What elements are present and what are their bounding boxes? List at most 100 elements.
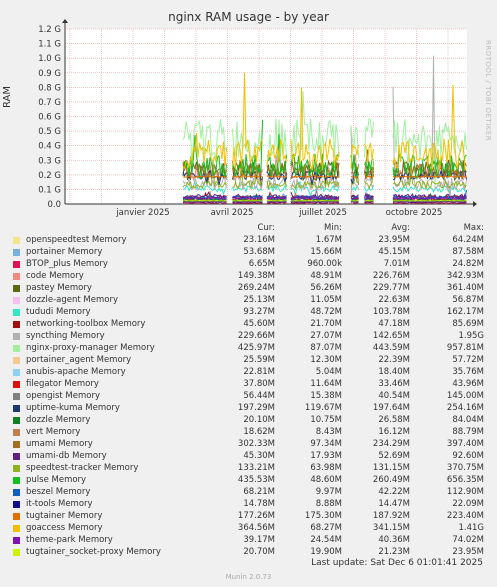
legend-avg: 18.40M	[378, 367, 410, 377]
legend-item: pastey Memory 269.24M 56.26M 229.77M 361.40M	[0, 283, 497, 295]
legend-avg: 42.22M	[378, 487, 410, 497]
legend-item: dozzle-agent Memory 25.13M 11.05M 22.63M 56.…	[0, 295, 497, 307]
legend-max: 74.02M	[452, 535, 484, 545]
legend-item: pulse Memory 435.53M 48.60M 260.49M 656.35M	[0, 475, 497, 487]
legend-swatch	[13, 261, 20, 268]
legend-swatch	[13, 429, 20, 436]
legend-max: 370.75M	[446, 463, 484, 473]
legend-swatch	[13, 513, 20, 520]
x-tick-label: octobre 2025	[386, 208, 443, 218]
legend-avg: 23.95M	[378, 235, 410, 245]
legend-name: openspeedtest Memory	[26, 235, 127, 245]
legend-swatch	[13, 333, 20, 340]
legend-max: 92.60M	[452, 451, 484, 461]
legend-item: code Memory 149.38M 48.91M 226.76M 342.93M	[0, 271, 497, 283]
y-tick-label: 0.1 G	[38, 185, 61, 195]
legend-max: 223.40M	[446, 511, 484, 521]
legend-name: goaccess Memory	[26, 523, 103, 533]
legend-avg: 14.47M	[378, 499, 410, 509]
legend-name: anubis-apache Memory	[26, 367, 126, 377]
legend-swatch	[13, 477, 20, 484]
legend-item: networking-toolbox Memory 45.60M 21.70M 47.…	[0, 319, 497, 331]
legend-avg: 197.64M	[372, 403, 410, 413]
legend-item: opengist Memory 56.44M 15.38M 40.54M 145.00M	[0, 391, 497, 403]
legend-item: speedtest-tracker Memory 133.21M 63.98M 131…	[0, 463, 497, 475]
legend-max: 1.41G	[458, 523, 484, 533]
y-tick-label: 0.8 G	[38, 83, 61, 93]
legend-name: syncthing Memory	[26, 331, 105, 341]
y-tick-label: 1.0 G	[38, 54, 61, 64]
legend-max: 24.82M	[452, 259, 484, 269]
legend-swatch	[13, 249, 20, 256]
legend-name: uptime-kuma Memory	[26, 403, 120, 413]
legend-avg: 7.01M	[383, 259, 410, 269]
legend-item: theme-park Memory 39.17M 24.54M 40.36M 74.02…	[0, 535, 497, 547]
legend-swatch	[13, 273, 20, 280]
legend-name: tududi Memory	[26, 307, 91, 317]
legend-swatch	[13, 441, 20, 448]
legend-avg: 226.76M	[372, 271, 410, 281]
legend-max: 87.58M	[452, 247, 484, 257]
legend-name: beszel Memory	[26, 487, 91, 497]
header-max: Max:	[463, 223, 484, 233]
legend-item: tududi Memory 93.27M 48.72M 103.78M 162.17M	[0, 307, 497, 319]
legend-avg: 21.23M	[378, 547, 410, 557]
generator-label: Munin 2.0.73	[225, 573, 272, 581]
legend-avg: 103.78M	[372, 307, 410, 317]
legend-swatch	[13, 417, 20, 424]
y-tick-label: 0.3 G	[38, 156, 61, 166]
legend-avg: 260.49M	[372, 475, 410, 485]
legend-swatch	[13, 369, 20, 376]
legend-max: 397.40M	[446, 439, 484, 449]
legend-max: 22.09M	[452, 499, 484, 509]
legend-swatch	[13, 453, 20, 460]
legend-item: beszel Memory 68.21M 9.97M 42.22M 112.90M	[0, 487, 497, 499]
legend-max: 162.17M	[446, 307, 484, 317]
legend-name: it-tools Memory	[26, 499, 93, 509]
legend-avg: 142.65M	[372, 331, 410, 341]
legend-avg: 187.92M	[372, 511, 410, 521]
y-tick-label: 0.9 G	[38, 69, 61, 79]
legend-item: uptime-kuma Memory 197.29M 119.67M 197.64M 2…	[0, 403, 497, 415]
legend-swatch	[13, 237, 20, 244]
series-line	[183, 199, 467, 202]
legend-item: anubis-apache Memory 22.81M 5.04M 18.40M 35.…	[0, 367, 497, 379]
legend-max: 145.00M	[446, 391, 484, 401]
legend-max: 957.81M	[446, 343, 484, 353]
legend-name: dozzle Memory	[26, 415, 91, 425]
legend-swatch	[13, 357, 20, 364]
legend-name: umami Memory	[26, 439, 93, 449]
x-axis-arrow	[473, 201, 477, 207]
legend-avg: 22.63M	[378, 295, 410, 305]
legend-avg: 341.15M	[372, 523, 410, 533]
legend-name: portainer Memory	[26, 247, 103, 257]
legend-name: pastey Memory	[26, 283, 92, 293]
legend-name: filegator Memory	[26, 379, 99, 389]
legend-max: 656.35M	[446, 475, 484, 485]
legend-swatch	[13, 489, 20, 496]
legend-name: BTOP_plus Memory	[26, 259, 108, 269]
y-tick-label: 0.5 G	[38, 127, 61, 137]
legend-swatch	[13, 405, 20, 412]
legend-item: goaccess Memory 364.56M 68.27M 341.15M 1.41G	[0, 523, 497, 535]
y-tick-label: 1.1 G	[38, 40, 61, 50]
legend-max: 43.96M	[452, 379, 484, 389]
legend-swatch	[13, 501, 20, 508]
legend-name: umami-db Memory	[26, 451, 107, 461]
legend-max: 35.76M	[452, 367, 484, 377]
y-tick-label: 0.4 G	[38, 142, 61, 152]
legend-max: 342.93M	[446, 271, 484, 281]
legend-max: 88.79M	[452, 427, 484, 437]
legend-swatch	[13, 309, 20, 316]
legend-name: networking-toolbox Memory	[26, 319, 146, 329]
x-tick-label: juillet 2025	[298, 208, 347, 218]
legend-name: speedtest-tracker Memory	[26, 463, 139, 473]
legend-swatch	[13, 285, 20, 292]
legend-max: 23.95M	[452, 547, 484, 557]
legend-max: 56.87M	[452, 295, 484, 305]
legend-name: theme-park Memory	[26, 535, 113, 545]
legend-max: 254.16M	[446, 403, 484, 413]
y-tick-label: 0.6 G	[38, 113, 61, 123]
legend-name: tugtainer Memory	[26, 511, 103, 521]
legend-avg: 131.15M	[372, 463, 410, 473]
